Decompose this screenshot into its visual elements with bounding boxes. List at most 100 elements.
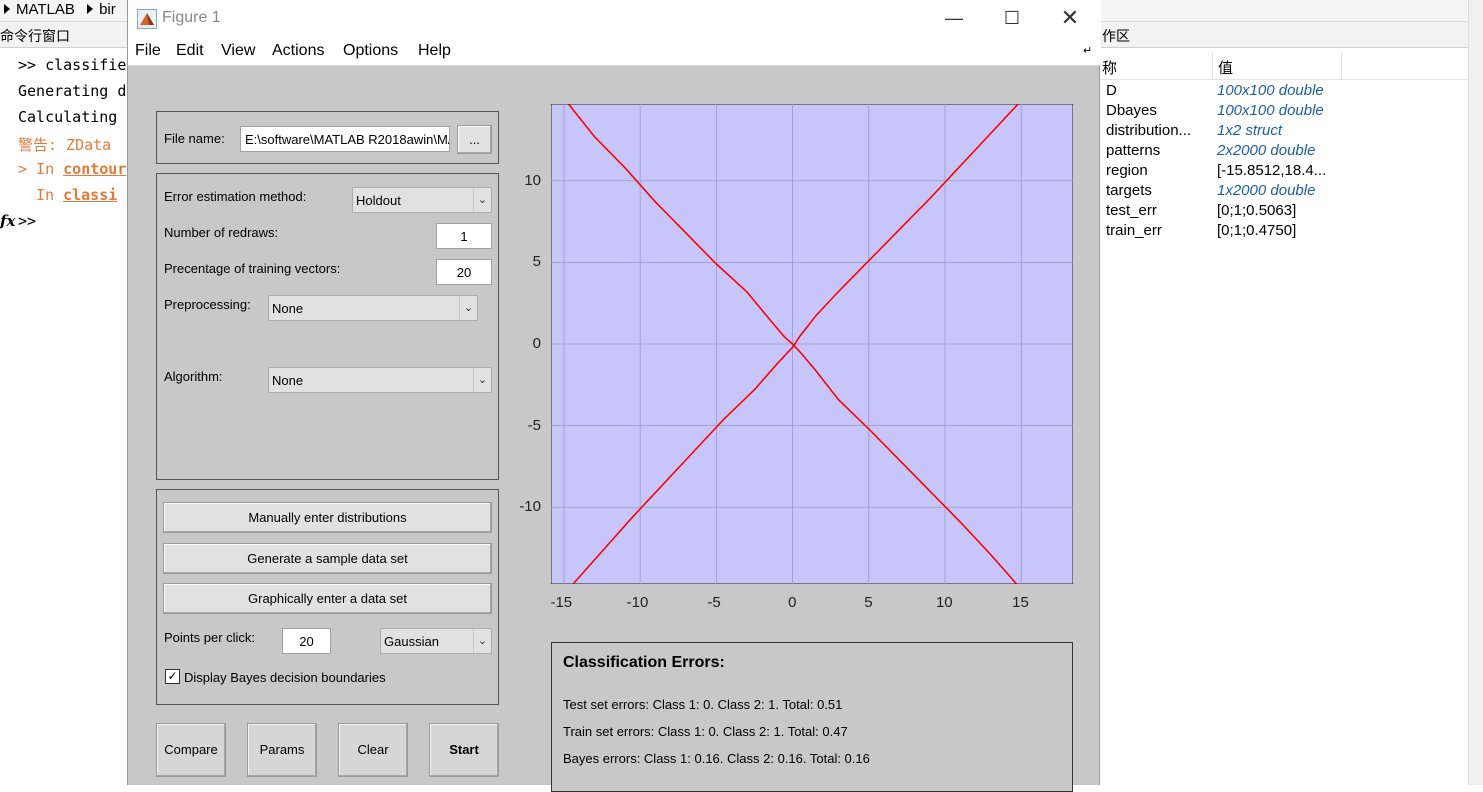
variable-name: patterns (1106, 142, 1161, 159)
dock-arrow-icon[interactable]: ↵ (1083, 44, 1092, 57)
bayes-errors-text: Bayes errors: Class 1: 0.16. Class 2: 0.… (563, 751, 870, 766)
x-tick-label: -5 (707, 594, 721, 611)
display-bayes-checkbox[interactable]: ✓ (165, 669, 180, 684)
figure-window: Figure 1 — ☐ ✕ File Edit View Actions Op… (127, 0, 1101, 792)
workspace-variable-row[interactable]: test_err [0;1;0.5063] (1106, 202, 1466, 222)
workspace-variable-row[interactable]: D 100x100 double (1106, 82, 1466, 102)
breadcrumb-item[interactable]: MATLAB (16, 1, 75, 18)
command-window-header: 命令行窗口 (0, 22, 127, 48)
workspace-variable-row[interactable]: distribution... 1x2 struct (1106, 122, 1466, 142)
start-button[interactable]: Start (429, 723, 499, 777)
classification-errors-panel: Classification Errors: Test set errors: … (551, 642, 1073, 792)
variable-value: 100x100 double (1217, 102, 1324, 119)
chevron-down-icon: ⌄ (473, 629, 491, 653)
preprocessing-select[interactable]: None ⌄ (268, 295, 478, 321)
variable-value: [0;1;0.5063] (1217, 202, 1297, 219)
workspace-variable-row[interactable]: region [-15.8512,18.4... (1106, 162, 1466, 182)
column-header-name[interactable]: 称 (1102, 57, 1117, 78)
maximize-button[interactable]: ☐ (989, 4, 1035, 34)
workspace-panel: 称 值 D 100x100 double Dbayes 100x100 double d… (1100, 48, 1470, 785)
redraws-input[interactable]: 1 (436, 223, 492, 249)
menu-file[interactable]: File (135, 42, 161, 60)
generate-data-button[interactable]: Generate a sample data set (163, 543, 492, 574)
workspace-variable-row[interactable]: patterns 2x2000 double (1106, 142, 1466, 162)
file-name-label: File name: (164, 131, 225, 146)
points-per-click-label: Points per click: (164, 630, 256, 645)
stack-link[interactable]: classi (63, 186, 117, 204)
menu-edit[interactable]: Edit (176, 42, 204, 60)
errors-title: Classification Errors: (563, 654, 725, 671)
clear-button[interactable]: Clear (338, 723, 408, 777)
variable-value: 2x2000 double (1217, 142, 1316, 159)
menu-help[interactable]: Help (418, 42, 451, 60)
fx-icon[interactable]: fx (0, 212, 15, 230)
manual-distributions-button[interactable]: Manually enter distributions (163, 502, 492, 533)
params-button[interactable]: Params (247, 723, 317, 777)
command-line: >> classifie (18, 56, 127, 74)
minimize-button[interactable]: — (931, 4, 977, 34)
x-tick-label: -15 (550, 594, 573, 611)
x-tick-label: -10 (626, 594, 649, 611)
algorithm-select[interactable]: None ⌄ (268, 367, 492, 393)
breadcrumb-arrow-icon (4, 4, 10, 14)
menu-options[interactable]: Options (343, 42, 398, 60)
variable-name: test_err (1106, 202, 1157, 219)
y-tick-label: 5 (532, 253, 541, 271)
variable-value: 1x2000 double (1217, 182, 1316, 199)
warning-line: 警告: ZData (18, 136, 112, 154)
menu-actions[interactable]: Actions (272, 42, 324, 60)
close-button[interactable]: ✕ (1047, 4, 1093, 34)
desktop-scrollbar[interactable] (1468, 0, 1483, 785)
display-bayes-label: Display Bayes decision boundaries (184, 670, 386, 685)
x-tick-label: 5 (864, 594, 873, 611)
browse-button[interactable]: ... (457, 125, 492, 154)
variable-name: targets (1106, 182, 1152, 199)
variable-name: distribution... (1106, 122, 1192, 139)
warning-stack-line: In classi (36, 186, 118, 204)
title-bar[interactable]: Figure 1 — ☐ ✕ (128, 0, 1101, 38)
workspace-variable-row[interactable]: train_err [0;1;0.4750] (1106, 222, 1466, 242)
breadcrumb[interactable]: MATLAB bir (4, 1, 116, 18)
breadcrumb-item[interactable]: bir (99, 1, 116, 18)
preprocessing-label: Preprocessing: (164, 297, 251, 312)
workspace-variable-row[interactable]: Dbayes 100x100 double (1106, 102, 1466, 122)
file-name-panel: File name: E:\software\MATLAB R2018awin\… (156, 111, 499, 164)
matlab-figure-icon (137, 9, 157, 29)
y-tick-label: 10 (524, 171, 541, 189)
y-tick-label: 0 (532, 335, 541, 352)
stack-link[interactable]: contour (63, 160, 126, 178)
decision-boundary-plot[interactable] (551, 104, 1073, 584)
command-prompt[interactable]: >> (18, 212, 36, 230)
compare-button[interactable]: Compare (156, 723, 226, 777)
file-name-input[interactable]: E:\software\MATLAB R2018awin\MA (240, 126, 450, 152)
distribution-select[interactable]: Gaussian ⌄ (380, 628, 492, 654)
workspace-title: 作区 (1102, 28, 1130, 44)
error-method-select[interactable]: Holdout ⌄ (352, 187, 492, 213)
redraws-label: Number of redraws: (164, 225, 279, 240)
training-pct-label: Precentage of training vectors: (164, 261, 341, 276)
y-tick-label: -10 (519, 498, 541, 516)
variable-name: train_err (1106, 222, 1162, 239)
warning-stack-line: > In contour (18, 160, 127, 178)
settings-panel: Error estimation method: Holdout ⌄ Number… (156, 173, 499, 480)
workspace-column-headers: 称 值 (1100, 52, 1470, 80)
x-tick-label: 15 (1012, 594, 1029, 611)
command-line: Calculating (18, 108, 118, 126)
menu-view[interactable]: View (221, 42, 255, 60)
variable-value: 1x2 struct (1217, 122, 1283, 139)
test-errors-text: Test set errors: Class 1: 0. Class 2: 1.… (563, 697, 843, 712)
menu-bar: File Edit View Actions Options Help ↵ (128, 38, 1101, 66)
command-window[interactable]: >> classifie Generating d Calculating 警告… (0, 48, 127, 785)
column-header-value[interactable]: 值 (1218, 57, 1233, 78)
chevron-down-icon: ⌄ (459, 296, 477, 320)
points-per-click-input[interactable]: 20 (282, 628, 331, 654)
window-title: Figure 1 (162, 9, 221, 26)
training-pct-input[interactable]: 20 (436, 259, 492, 285)
workspace-variable-row[interactable]: targets 1x2000 double (1106, 182, 1466, 202)
variable-value: 100x100 double (1217, 82, 1324, 99)
data-panel: Manually enter distributions Generate a … (156, 489, 499, 705)
graphical-data-button[interactable]: Graphically enter a data set (163, 583, 492, 614)
variable-value: [-15.8512,18.4... (1217, 162, 1327, 179)
variable-name: D (1106, 82, 1117, 99)
algorithm-label: Algorithm: (164, 369, 223, 384)
